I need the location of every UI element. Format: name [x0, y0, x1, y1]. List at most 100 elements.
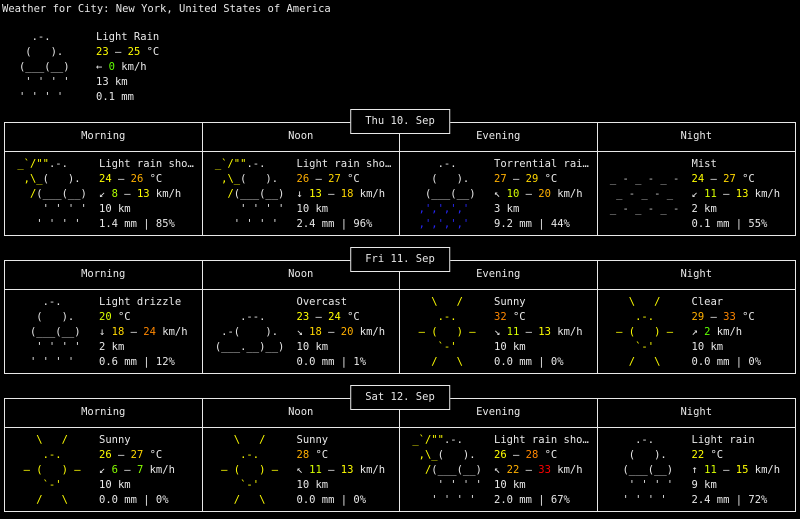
- forecast-cell-row: \ / .-. – ( ) – `-' / \ Sunny 26 – 27 °C ↙…: [5, 428, 795, 511]
- temperature-line: 29 – 33 °C: [691, 311, 755, 323]
- forecast-details: Overcast 23 – 24 °C ↘ 18 – 20 km/h 10 km 0.0…: [297, 295, 400, 370]
- temperature-line: 22 °C: [691, 449, 724, 461]
- temperature-line: 20 °C: [99, 311, 131, 323]
- forecast-day: Sat 12. Sep Morning Noon Evening Night \ / .…: [4, 385, 796, 512]
- forecast-cell: _ - _ - _ - _ - _ - _ _ - _ - _ - Mist 24 …: [598, 152, 796, 235]
- column-header-night: Night: [680, 268, 713, 280]
- forecast-details: Clear 29 – 33 °C ↗ 2 km/h 10 km 0.0 mm | 0%: [692, 295, 796, 370]
- wind-line: ↘ 11 – 13 km/h: [494, 326, 583, 338]
- page-title: Weather for City: New York, United State…: [2, 3, 331, 15]
- sun-icon: \ / .-. – ( ) – `-' / \: [208, 434, 291, 506]
- temperature-line: 28 °C: [296, 449, 329, 461]
- forecast-table: Morning Noon Evening Night .-. ( ). (___(__…: [4, 260, 796, 374]
- visibility-line: 13 km: [96, 76, 128, 88]
- precipitation-line: 0.1 mm: [96, 91, 134, 103]
- condition-text: Light rain: [691, 434, 755, 446]
- wind-line: ↙ 8 – 13 km/h: [99, 188, 182, 200]
- forecast-details: Light rain sho… 24 – 26 °C ↙ 8 – 13 km/h 10…: [99, 157, 202, 232]
- visibility-line: 10 km: [296, 341, 329, 353]
- wind-line: ↙ 11 – 13 km/h: [691, 188, 781, 200]
- visibility-line: 2 km: [691, 203, 717, 215]
- temperature-line: 27 – 29 °C: [494, 173, 558, 185]
- forecast-cell: .--. .-( ). (___.__)__) Overcast 23 – 24 °…: [203, 290, 400, 373]
- current-conditions: .-. ( ). (___(__) ' ' ' ' ' ' ' ' Light …: [0, 30, 800, 105]
- forecast-cell: \ / .-. – ( ) – `-' / \ Sunny 26 – 27 °C ↙…: [5, 428, 203, 511]
- visibility-line: 10 km: [494, 479, 526, 491]
- temperature-line: 26 – 27 °C: [296, 173, 360, 185]
- column-header-night: Night: [680, 406, 713, 418]
- visibility-line: 3 km: [494, 203, 520, 215]
- temperature-line: 24 – 27 °C: [691, 173, 755, 185]
- light-rain-icon: .-. ( ). (___(__) ' ' ' ' ' ' ' ': [11, 296, 81, 368]
- visibility-line: 9 km: [691, 479, 717, 491]
- day-title: Thu 10. Sep: [365, 115, 435, 127]
- wind-line: ↗ 2 km/h: [691, 326, 743, 338]
- condition-text: Light rain sho…: [296, 158, 392, 170]
- sun-icon: \ / .-. – ( ) – `-' / \: [406, 296, 489, 368]
- forecast-table: Morning Noon Evening Night _`/"".-. ,\_( ).…: [4, 122, 796, 236]
- visibility-line: 10 km: [494, 341, 526, 353]
- overcast-cloud-icon: .--. .-( ). (___.__)__): [208, 311, 285, 353]
- forecast-cell: \ / .-. – ( ) – `-' / \ Clear 29 – 33 °C ↗…: [598, 290, 796, 373]
- forecast-details: Torrential rai… 27 – 29 °C ↖ 10 – 20 km/h 3…: [494, 157, 597, 232]
- precipitation-line: 0.1 mm | 55%: [691, 218, 768, 230]
- day-title: Fri 11. Sep: [365, 253, 435, 265]
- column-header-night: Night: [680, 130, 713, 142]
- condition-text: Light Rain: [96, 31, 160, 43]
- forecast-days: Thu 10. Sep Morning Noon Evening Night _`/""…: [0, 109, 800, 512]
- visibility-line: 10 km: [99, 479, 131, 491]
- forecast-cell: .-. ( ). (___(__) ' ' ' ' ' ' ' ' Light r…: [598, 428, 796, 511]
- precipitation-line: 0.6 mm | 12%: [99, 356, 175, 368]
- precipitation-line: 2.4 mm | 72%: [691, 494, 768, 506]
- day-title: Sat 12. Sep: [365, 391, 435, 403]
- visibility-line: 10 km: [296, 479, 329, 491]
- forecast-details: Sunny 26 – 27 °C ↙ 6 – 7 km/h 10 km 0.0 mm |…: [99, 433, 202, 508]
- light-rain-icon: .-. ( ). (___(__) ' ' ' ' ' ' ' ': [0, 31, 70, 103]
- condition-text: Light rain sho…: [494, 434, 589, 446]
- forecast-cell: .-. ( ). (___(__) ' ' ' ' ' ' ' ' Light d…: [5, 290, 203, 373]
- condition-text: Sunny: [296, 434, 329, 446]
- temperature-line: 26 – 28 °C: [494, 449, 558, 461]
- forecast-cell: _`/"".-. ,\_( ). /(___(__) ' ' ' ' ' ' '…: [400, 428, 598, 511]
- condition-text: Overcast: [296, 296, 348, 308]
- condition-text: Sunny: [494, 296, 526, 308]
- forecast-details: Mist 24 – 27 °C ↙ 11 – 13 km/h 2 km 0.1 mm |…: [692, 157, 796, 232]
- temperature-line: 23 – 24 °C: [296, 311, 360, 323]
- condition-text: Light drizzle: [99, 296, 182, 308]
- forecast-day: Fri 11. Sep Morning Noon Evening Night .-. (…: [4, 247, 796, 374]
- column-header-morning: Morning: [5, 123, 203, 151]
- light-rain-shower-icon: _`/"".-. ,\_( ). /(___(__) ' ' ' ' ' ' '…: [11, 158, 87, 230]
- forecast-cell-row: .-. ( ). (___(__) ' ' ' ' ' ' ' ' Light d…: [5, 290, 795, 373]
- forecast-cell: _`/"".-. ,\_( ). /(___(__) ' ' ' ' ' ' '…: [203, 152, 400, 235]
- visibility-line: 10 km: [99, 203, 131, 215]
- forecast-details: Light drizzle 20 °C ↓ 18 – 24 km/h 2 km 0.6 …: [99, 295, 202, 370]
- precipitation-line: 9.2 mm | 44%: [494, 218, 570, 230]
- precipitation-line: 0.0 mm | 0%: [494, 356, 564, 368]
- day-title-box: Thu 10. Sep: [350, 109, 450, 134]
- day-title-box: Sat 12. Sep: [350, 385, 450, 410]
- day-title-box: Fri 11. Sep: [350, 247, 450, 272]
- column-header-morning: Morning: [5, 261, 203, 289]
- forecast-cell: \ / .-. – ( ) – `-' / \ Sunny 32 °C ↘ 11 –…: [400, 290, 598, 373]
- current-conditions-details: Light Rain 23 – 25 °C ← 0 km/h 13 km 0.1 mm: [96, 30, 159, 105]
- forecast-details: Light rain sho… 26 – 27 °C ↓ 13 – 18 km/h 1…: [297, 157, 400, 232]
- wind-line: ↖ 10 – 20 km/h: [494, 188, 583, 200]
- visibility-line: 2 km: [99, 341, 125, 353]
- wind-line: ↓ 18 – 24 km/h: [99, 326, 188, 338]
- forecast-cell-row: _`/"".-. ,\_( ). /(___(__) ' ' ' ' ' ' '…: [5, 152, 795, 235]
- temperature-line: 24 – 26 °C: [99, 173, 163, 185]
- forecast-day: Thu 10. Sep Morning Noon Evening Night _`/""…: [4, 109, 796, 236]
- forecast-cell: _`/"".-. ,\_( ). /(___(__) ' ' ' ' ' ' '…: [5, 152, 203, 235]
- light-rain-shower-icon: _`/"".-. ,\_( ). /(___(__) ' ' ' ' ' ' '…: [208, 158, 285, 230]
- forecast-details: Light rain 22 °C ↑ 11 – 15 km/h 9 km 2.4 mm …: [692, 433, 796, 508]
- temperature-line: 26 – 27 °C: [99, 449, 163, 461]
- wind-line: ↙ 6 – 7 km/h: [99, 464, 175, 476]
- precipitation-line: 0.0 mm | 0%: [99, 494, 169, 506]
- terminal-screen: Weather for City: New York, United State…: [0, 0, 800, 512]
- wind-line: ↓ 13 – 18 km/h: [296, 188, 386, 200]
- forecast-details: Sunny 28 °C ↖ 11 – 13 km/h 10 km 0.0 mm | 0%: [297, 433, 400, 508]
- precipitation-line: 0.0 mm | 1%: [296, 356, 367, 368]
- condition-text: Torrential rai…: [494, 158, 589, 170]
- wind-line: ↘ 18 – 20 km/h: [296, 326, 386, 338]
- forecast-cell: .-. ( ). (___(__) ‚'‚'‚'‚' ‚'‚'‚'‚' Torre…: [400, 152, 598, 235]
